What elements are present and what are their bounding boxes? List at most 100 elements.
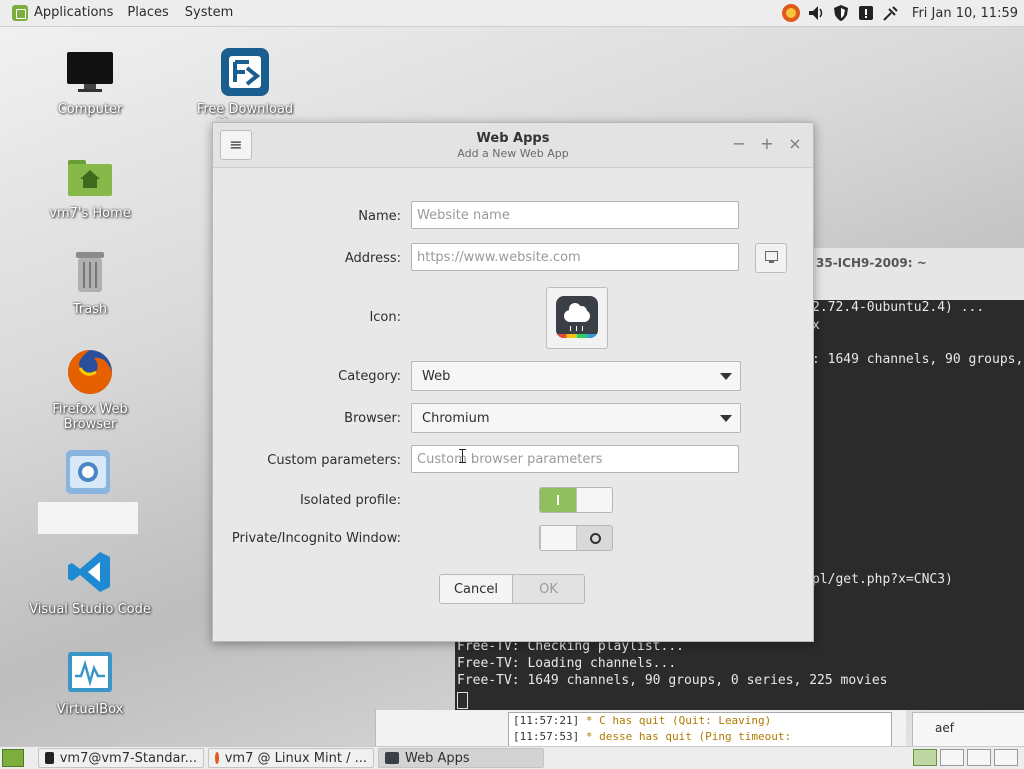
firefox-icon [66,348,114,396]
desktop-icon-fdm[interactable]: Free Download Manager [180,48,310,119]
chat-log: [11:57:21] * C has quit (Quit: Leaving) … [508,712,892,748]
taskbar-item-webapps[interactable]: Web Apps [378,748,544,768]
taskbar-item-terminal[interactable]: vm7@vm7-Standar... [38,748,204,768]
private-window-label: Private/Incognito Window: [231,531,401,546]
chevron-down-icon [720,415,732,422]
dialog-title: Web Apps [476,131,550,146]
chat-row: [11:57:53] * desse has quit (Ping timeou… [513,730,792,743]
private-window-switch[interactable] [539,525,613,551]
browser-value: Chromium [422,411,490,426]
desktop-icon-chromium[interactable] [23,448,153,534]
desktop-icon-label: VirtualBox [56,702,124,717]
terminal-line: 2.72.4-0ubuntu2.4) ... [812,300,985,315]
workspace-2[interactable] [940,749,964,766]
vscode-icon [66,548,114,596]
screen-icon [765,251,778,263]
desktop-icon-label: Firefox Web Browser [52,402,128,432]
icon-chooser-button[interactable] [546,287,608,349]
dialog-subtitle: Add a New Web App [457,147,569,160]
cancel-button[interactable]: Cancel [439,574,513,604]
taskbar-item-hexchat[interactable]: vm7 @ Linux Mint / ... [208,748,374,768]
workspace-4[interactable] [994,749,1018,766]
workspace-3[interactable] [967,749,991,766]
update-notice-icon[interactable] [856,3,876,23]
category-value: Web [422,369,451,384]
text-cursor-icon [459,449,466,463]
chromium-icon [64,448,112,496]
taskbar-item-label: vm7 @ Linux Mint / ... [224,750,367,766]
system-menu[interactable]: System [177,0,241,26]
switch-on-indicator [540,488,576,512]
name-input[interactable] [411,201,739,229]
hexchat-icon [215,752,219,764]
chat-time: [11:57:21] [513,714,580,727]
desktop-icon-vscode[interactable]: Visual Studio Code [25,548,155,617]
trash-icon [66,248,114,296]
name-label: Name: [358,209,401,224]
network-icon[interactable] [881,3,901,23]
workspace-1[interactable] [913,749,937,766]
chevron-down-icon [720,373,732,380]
monitor-icon [66,48,114,96]
desktop-icon-firefox[interactable]: Firefox Web Browser [25,348,155,432]
web-apps-dialog: ≡ Web Apps Add a New Web App − + × Name:… [212,122,814,642]
system-tray: Fri Jan 10, 11:59 [781,0,1024,26]
desktop-icon-label: vm7's Home [49,206,131,221]
terminal-cursor [457,692,468,709]
custom-params-label: Custom parameters: [267,453,401,468]
chat-user[interactable]: aef [935,721,954,735]
address-input[interactable] [411,243,739,271]
applications-menu-label: Applications [34,5,114,20]
chat-userlist[interactable]: aef [912,712,1024,748]
fetch-favicon-button[interactable] [755,243,787,273]
switch-knob [576,488,612,512]
hexchat-icon[interactable] [781,3,801,23]
desktop-icon-label: Visual Studio Code [29,602,151,617]
browser-label: Browser: [344,411,401,426]
isolated-profile-label: Isolated profile: [299,493,401,508]
browser-select[interactable]: Chromium [411,403,741,433]
terminal-line: Free-TV: Loading channels... [457,656,677,671]
category-select[interactable]: Web [411,361,741,391]
terminal-line: : 1649 channels, 90 groups, [812,352,1024,367]
chat-row: [11:57:21] * C has quit (Quit: Leaving) [513,714,772,727]
webapps-icon [385,752,399,764]
isolated-profile-switch[interactable] [539,487,613,513]
bottom-panel: vm7@vm7-Standar... vm7 @ Linux Mint / ..… [0,746,1024,769]
clock[interactable]: Fri Jan 10, 11:59 [912,6,1018,21]
icon-label: Icon: [369,310,401,325]
switch-off-indicator [590,533,601,544]
address-label: Address: [344,251,401,266]
dialog-titlebar[interactable]: ≡ Web Apps Add a New Web App − + × [213,123,813,168]
terminal-icon [45,752,54,764]
ok-button[interactable]: OK [513,574,585,604]
desktop-icon-label [38,502,138,534]
switch-knob [540,526,577,550]
virtualbox-icon [66,648,114,696]
volume-icon[interactable] [806,3,826,23]
show-desktop-button[interactable] [2,749,24,767]
close-button[interactable]: × [785,135,805,153]
chat-message: desse has quit (Ping timeout: [599,730,792,743]
fdm-icon [221,48,269,96]
desktop-icon-label: Computer [57,102,123,117]
minimize-button[interactable]: − [729,135,749,153]
taskbar-item-label: vm7@vm7-Standar... [59,750,197,766]
places-menu[interactable]: Places [119,0,176,26]
category-label: Category: [338,369,401,384]
top-panel: Applications Places System Fri Jan 10, 1… [0,0,1024,27]
desktop-icon-virtualbox[interactable]: VirtualBox [25,648,155,717]
shield-icon[interactable] [831,3,851,23]
desktop-icon-home[interactable]: vm7's Home [25,152,155,221]
chat-message: C has quit (Quit: Leaving) [599,714,772,727]
taskbar-item-label: Web Apps [405,750,470,766]
terminal-title: 35-ICH9-2009: ~ [816,256,927,270]
terminal-titlebar[interactable]: 35-ICH9-2009: ~ [812,248,1024,301]
desktop-icon-label: Trash [72,302,108,317]
desktop-icon-computer[interactable]: Computer [25,48,155,117]
cloud-icon [556,296,598,338]
mint-logo-icon [12,5,28,21]
maximize-button[interactable]: + [757,135,777,153]
applications-menu[interactable]: Applications [6,0,119,26]
desktop-icon-trash[interactable]: Trash [25,248,155,317]
